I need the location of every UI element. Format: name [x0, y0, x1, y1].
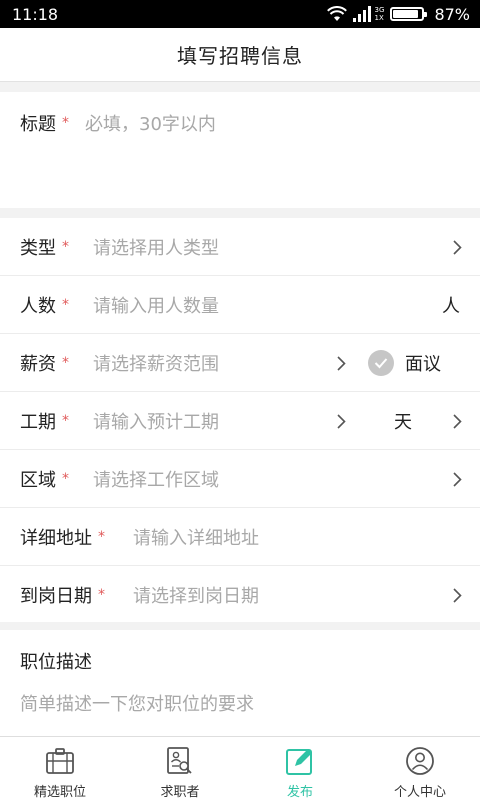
status-icons: 3G 1X 87% — [326, 4, 470, 24]
count-row[interactable]: 人数 * 请输入用人数量 人 — [0, 276, 480, 334]
tab-job-seekers[interactable]: 求职者 — [120, 737, 240, 800]
arrival-date-row[interactable]: 到岗日期 * 请选择到岗日期 — [0, 566, 480, 624]
page-header: 填写招聘信息 — [0, 28, 480, 82]
chevron-right-icon — [450, 450, 464, 508]
count-input[interactable]: 请输入用人数量 — [93, 292, 219, 318]
required-mark: * — [98, 529, 105, 545]
type-row[interactable]: 类型 * 请选择用人类型 — [0, 218, 480, 276]
job-form: 类型 * 请选择用人类型 人数 * 请输入用人数量 人 薪资 * 请选择薪资范围 面议… — [0, 218, 480, 622]
chevron-right-icon — [334, 392, 348, 450]
address-label: 详细地址 — [20, 528, 92, 549]
battery-percent: 87% — [434, 4, 470, 24]
chevron-right-icon[interactable] — [450, 392, 464, 450]
arrival-date-select[interactable]: 请选择到岗日期 — [133, 582, 259, 608]
status-bar: 11:18 3G 1X 87% — [0, 0, 480, 28]
duration-label: 工期 — [20, 412, 56, 433]
tab-label: 个人中心 — [393, 785, 446, 800]
salary-select[interactable]: 请选择薪资范围 — [93, 350, 219, 376]
briefcase-icon — [44, 745, 76, 777]
bottom-tab-bar: 精选职位 求职者 发布 个人中心 — [0, 736, 480, 800]
tab-featured-jobs[interactable]: 精选职位 — [0, 737, 120, 800]
tab-label: 发布 — [286, 785, 313, 800]
network-type: 3G 1X — [374, 6, 385, 22]
address-row[interactable]: 详细地址 * 请输入详细地址 — [0, 508, 480, 566]
status-time: 11:18 — [12, 4, 59, 24]
negotiable-label: 面议 — [405, 354, 441, 375]
required-mark: * — [98, 587, 105, 603]
resume-search-icon — [164, 745, 196, 777]
address-input[interactable]: 请输入详细地址 — [133, 524, 259, 550]
required-mark: * — [62, 297, 69, 313]
tab-personal-center[interactable]: 个人中心 — [360, 737, 480, 800]
area-label: 区域 — [20, 470, 56, 491]
description-input[interactable]: 简单描述一下您对职位的要求 — [20, 690, 254, 716]
tab-publish[interactable]: 发布 — [240, 737, 360, 800]
type-select[interactable]: 请选择用人类型 — [93, 234, 219, 260]
wifi-icon — [326, 6, 347, 21]
area-row[interactable]: 区域 * 请选择工作区域 — [0, 450, 480, 508]
negotiable-checkbox[interactable] — [368, 350, 394, 376]
edit-icon — [284, 745, 316, 777]
required-mark: * — [62, 355, 69, 371]
check-icon — [374, 358, 388, 369]
title-input[interactable]: 必填，30字以内 — [85, 110, 216, 136]
duration-row[interactable]: 工期 * 请输入预计工期 天 — [0, 392, 480, 450]
salary-row[interactable]: 薪资 * 请选择薪资范围 面议 — [0, 334, 480, 392]
type-label: 类型 — [20, 238, 56, 259]
required-mark: * — [62, 239, 69, 255]
page-title: 填写招聘信息 — [177, 44, 303, 68]
required-mark: * — [62, 413, 69, 429]
required-mark: * — [62, 115, 69, 131]
battery-icon — [390, 7, 428, 21]
arrival-date-label: 到岗日期 — [20, 586, 92, 607]
tab-label: 求职者 — [160, 785, 200, 800]
signal-icon — [352, 6, 371, 22]
chevron-right-icon — [450, 566, 464, 624]
user-icon — [404, 745, 436, 777]
tab-label: 精选职位 — [33, 785, 86, 800]
area-select[interactable]: 请选择工作区域 — [93, 466, 219, 492]
chevron-right-icon — [334, 334, 348, 392]
count-unit: 人 — [442, 296, 460, 317]
title-field[interactable]: 标题 * 必填，30字以内 — [0, 92, 480, 208]
count-label: 人数 — [20, 296, 56, 317]
duration-unit: 天 — [394, 412, 412, 433]
salary-label: 薪资 — [20, 354, 56, 375]
chevron-right-icon — [450, 218, 464, 276]
description-field[interactable]: 职位描述 简单描述一下您对职位的要求 — [0, 630, 480, 736]
battery-level — [393, 10, 418, 18]
required-mark: * — [62, 471, 69, 487]
duration-input[interactable]: 请输入预计工期 — [93, 408, 219, 434]
description-label: 职位描述 — [20, 652, 92, 673]
title-label: 标题 — [20, 114, 56, 135]
